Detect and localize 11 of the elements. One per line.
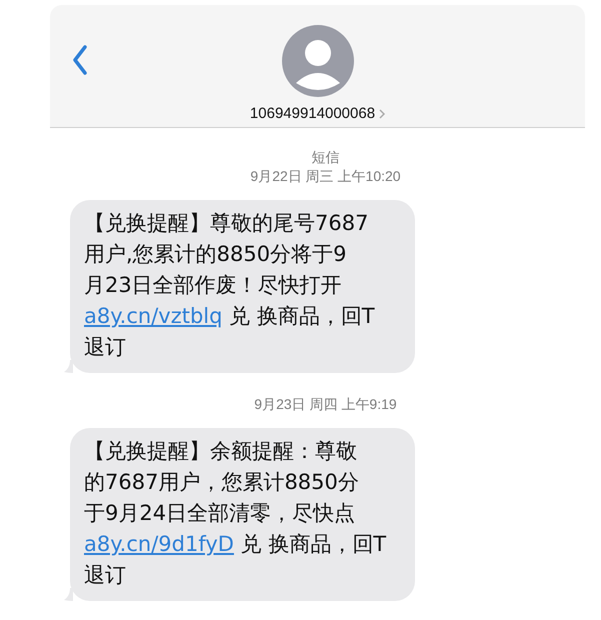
service-label: 短信: [312, 148, 340, 167]
link[interactable]: a8y.cn/vztblq: [84, 304, 222, 328]
back-button[interactable]: [72, 45, 88, 75]
timestamp: 9月23日 周四 上午9:19: [254, 395, 397, 414]
message-text: 【兑换提醒】余额提醒：尊敬 的7687用户，您累计8850分 于9月24日全部清零，尽快点 a8y.cn/9d1fyD 兑 换商品，回T 退订: [84, 438, 388, 589]
contact-name[interactable]: 106949914000068: [250, 105, 386, 122]
chevron-icon: [379, 108, 386, 118]
message-text: 【兑换提醒】尊敬的尾号7687 用户,您累计的8850分将于9 月23日全部作废！尽快打开 a8y.cn/vztblq 兑 换商品，回T 退订: [84, 210, 376, 361]
avatar-icon: [282, 25, 354, 97]
link[interactable]: a8y.cn/9d1fyD: [84, 532, 234, 556]
timestamp: 9月22日 周三 上午10:20: [250, 167, 401, 186]
